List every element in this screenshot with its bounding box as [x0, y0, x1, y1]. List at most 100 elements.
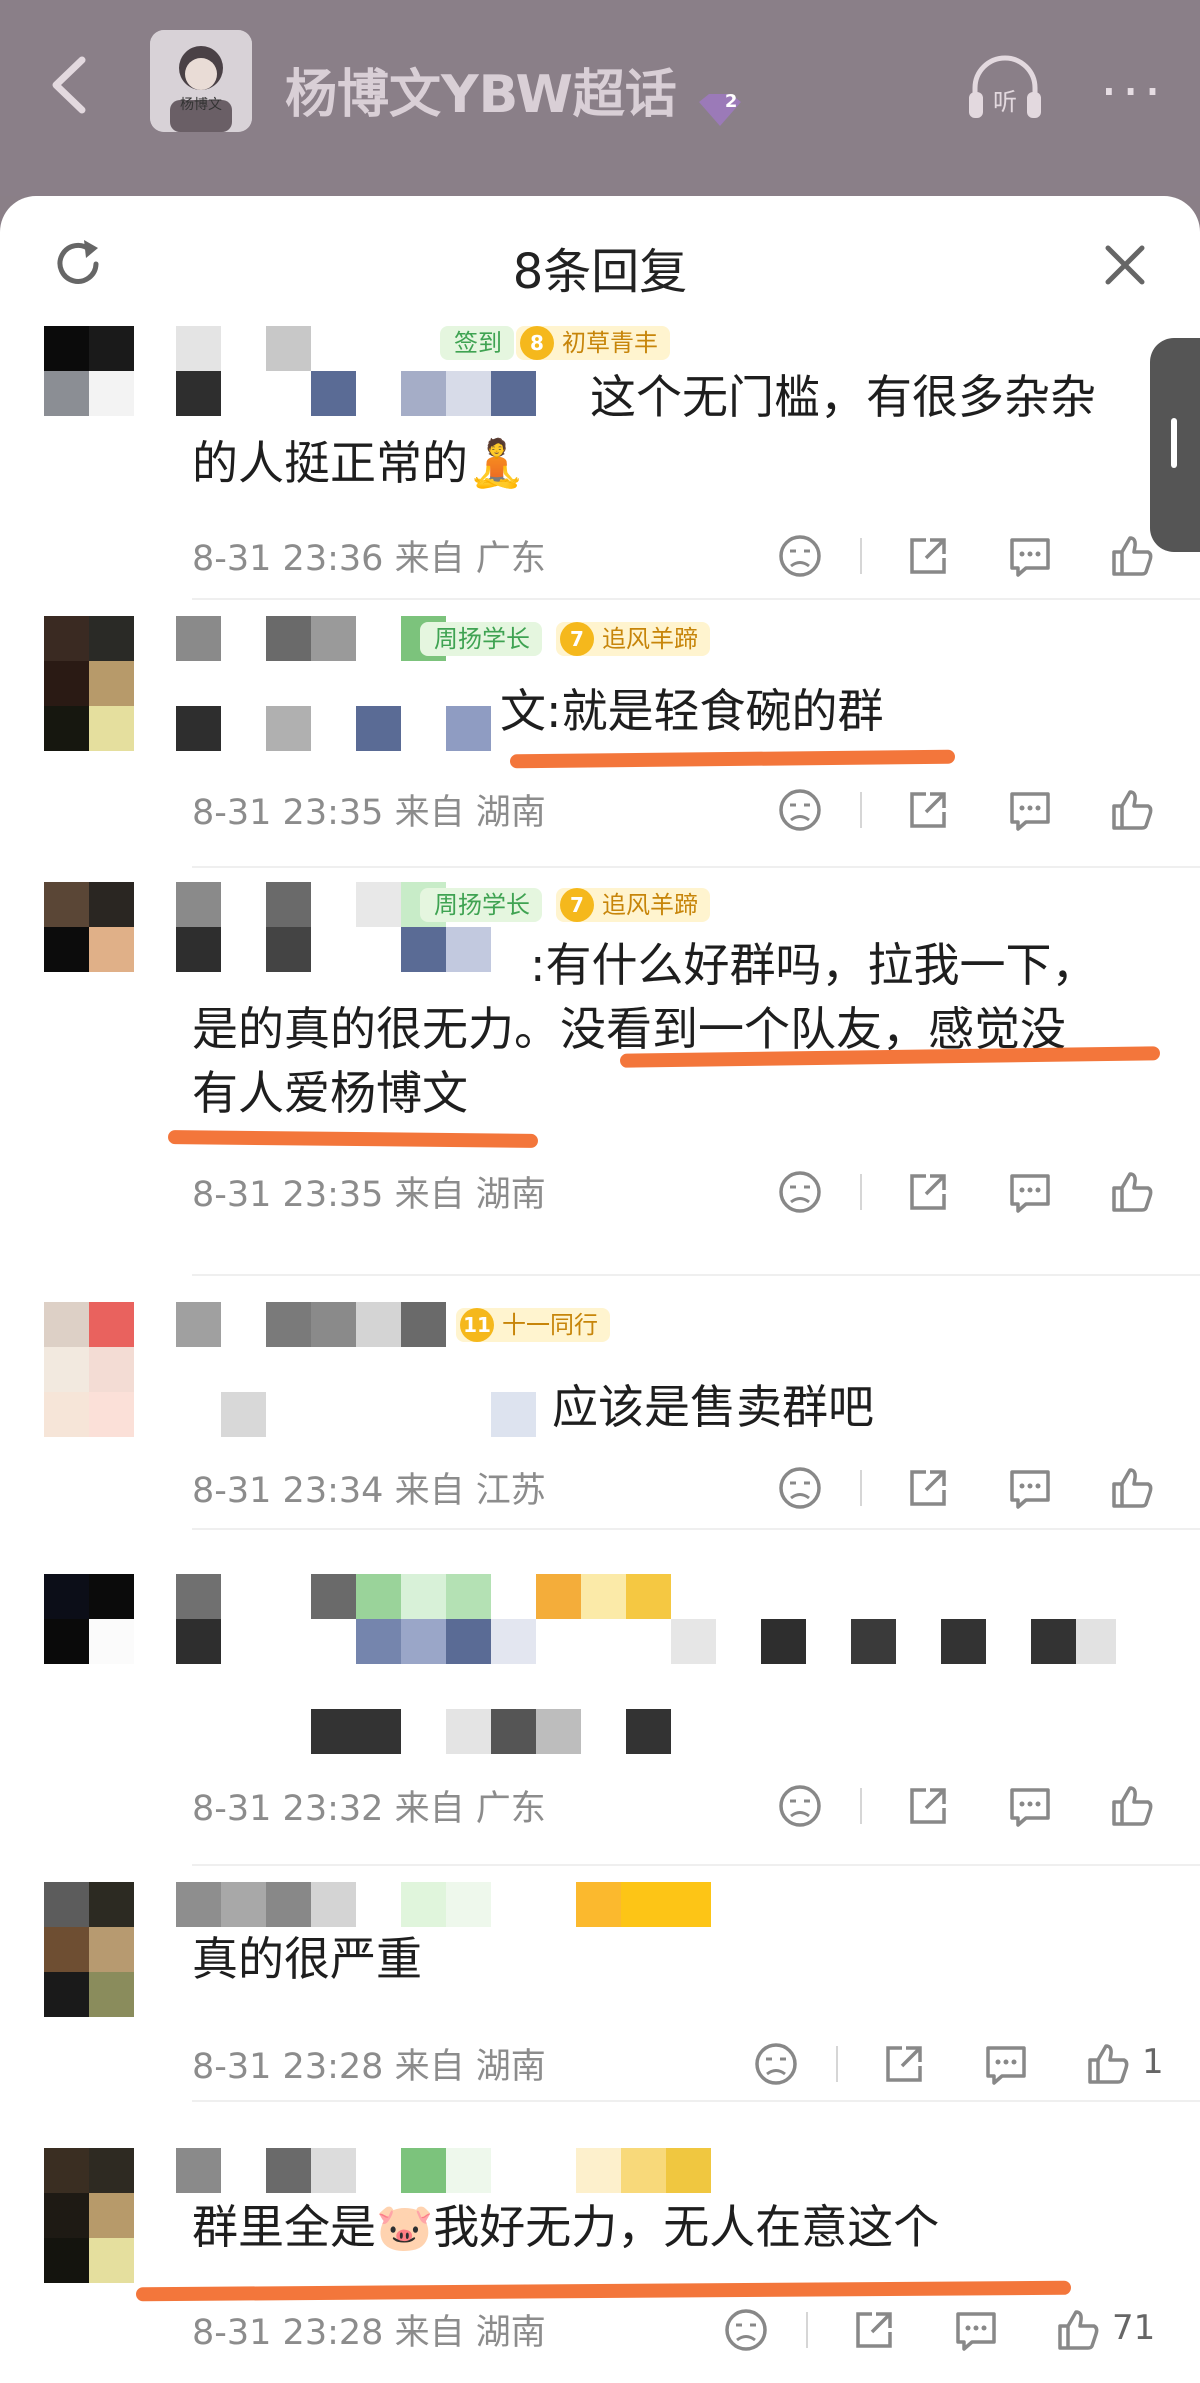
title-badge: 周扬学长: [420, 622, 542, 656]
topic-title-text: 杨博文YBW超话: [285, 65, 677, 125]
comment-meta: 8-31 23:35 来自 湖南: [192, 784, 546, 835]
comment-item: 11 十一同行 应该是售卖群吧 8-31 23:34 来自 江苏: [0, 1302, 1200, 1522]
share-icon[interactable]: [904, 1464, 952, 1512]
username-mosaic[interactable]: [176, 1574, 1116, 1754]
comment-meta: 8-31 23:36 来自 广东: [192, 530, 546, 581]
close-icon[interactable]: [1100, 240, 1150, 290]
badge-label: 十一同行: [502, 1311, 598, 1339]
badge-level: 11: [460, 1308, 494, 1342]
like-icon[interactable]: [1108, 1782, 1156, 1830]
timestamp: 8-31 23:34: [192, 1471, 384, 1511]
dislike-icon[interactable]: [776, 786, 824, 834]
comment-text-line: 文:就是轻食碗的群: [500, 684, 884, 738]
comment-icon[interactable]: [1006, 786, 1054, 834]
pig-emoji-icon: 🐷: [376, 2200, 434, 2254]
badge-level: 7: [560, 888, 594, 922]
dislike-icon[interactable]: [752, 2040, 800, 2088]
topic-avatar[interactable]: 杨博文: [150, 30, 252, 132]
avatar[interactable]: [44, 326, 134, 416]
share-icon[interactable]: [904, 532, 952, 580]
dislike-icon[interactable]: [776, 1168, 824, 1216]
location: 来自 广东: [394, 539, 546, 579]
comment-item: 签到 8 初草青丰 这个无门槛，有很多杂杂 的人挺正常的🧘 8-31 23:36…: [0, 326, 1200, 596]
level-badge-number: 2: [724, 91, 738, 112]
share-icon[interactable]: [880, 2040, 928, 2088]
timestamp: 8-31 23:28: [192, 2313, 384, 2353]
comment-icon[interactable]: [1006, 532, 1054, 580]
comment-icon[interactable]: [1006, 1464, 1054, 1512]
replies-sheet: 8条回复 签到 8 初草青丰 这个无门槛，有很多杂杂 的人挺正常的🧘 8-31 …: [0, 196, 1200, 2383]
location: 来自 江苏: [394, 1471, 546, 1511]
avatar[interactable]: [44, 1302, 134, 1437]
comment-item: 周扬学长 7 追风羊蹄 文:就是轻食碗的群 8-31 23:35 来自 湖南: [0, 616, 1200, 856]
action-separator: [860, 792, 862, 828]
avatar[interactable]: [44, 1882, 134, 2017]
comment-text-line: 这个无门槛，有很多杂杂: [590, 370, 1096, 424]
comment-meta: 8-31 23:34 来自 江苏: [192, 1462, 546, 1513]
dislike-icon[interactable]: [776, 532, 824, 580]
badge-level: 7: [560, 622, 594, 656]
avatar-lower: [44, 706, 134, 751]
level-badge-icon: 2: [695, 81, 745, 126]
avatar[interactable]: [44, 2148, 134, 2283]
level-badge: 7 追风羊蹄: [556, 888, 710, 922]
comment-icon[interactable]: [952, 2306, 1000, 2354]
comment-text-line: 应该是售卖群吧: [552, 1380, 874, 1434]
action-separator: [836, 2046, 838, 2082]
comment-icon[interactable]: [1006, 1782, 1054, 1830]
badge-label: 追风羊蹄: [602, 625, 698, 653]
avatar[interactable]: [44, 1574, 134, 1664]
avatar[interactable]: [44, 882, 134, 972]
action-separator: [806, 2312, 808, 2348]
like-icon[interactable]: [1084, 2040, 1132, 2088]
comment-icon[interactable]: [1006, 1168, 1054, 1216]
avatar-caption: 杨博文: [180, 97, 222, 113]
comment-meta: 8-31 23:32 来自 广东: [192, 1780, 546, 1831]
share-icon[interactable]: [850, 2306, 898, 2354]
avatar[interactable]: [44, 616, 134, 706]
badge-label: 周扬学长: [434, 625, 530, 653]
comment-text: 群里全是: [192, 2200, 376, 2254]
like-icon[interactable]: [1108, 532, 1156, 580]
badge-level: 8: [520, 326, 554, 360]
level-badge: 8 初草青丰: [516, 326, 670, 360]
dislike-icon[interactable]: [722, 2306, 770, 2354]
comment-divider: [192, 1274, 1200, 1276]
back-icon[interactable]: [40, 50, 100, 120]
highlight-underline: [135, 2280, 1072, 2302]
comment-icon[interactable]: [982, 2040, 1030, 2088]
comment-text-line: :有什么好群吗，拉我一下，: [530, 938, 1098, 992]
timestamp: 8-31 23:35: [192, 793, 384, 833]
comment-item: 周扬学长 7 追风羊蹄 :有什么好群吗，拉我一下， 是的真的很无力。没看到一个队…: [0, 882, 1200, 1232]
comment-text-line: 真的很严重: [192, 1932, 422, 1986]
comment-divider: [192, 598, 1200, 600]
action-separator: [860, 1470, 862, 1506]
dislike-icon[interactable]: [776, 1782, 824, 1830]
comment-meta: 8-31 23:28 来自 湖南: [192, 2038, 546, 2089]
comment-divider: [192, 2100, 1200, 2102]
badge-label: 周扬学长: [434, 891, 530, 919]
share-icon[interactable]: [904, 1168, 952, 1216]
highlight-underline: [167, 1130, 539, 1148]
like-icon[interactable]: [1108, 1464, 1156, 1512]
username-mosaic[interactable]: [176, 2148, 716, 2193]
comment-divider: [192, 866, 1200, 868]
comment-text-line: 有人爱杨博文: [192, 1066, 468, 1120]
more-icon[interactable]: ···: [1100, 60, 1165, 125]
like-icon[interactable]: [1108, 786, 1156, 834]
title-badge: 签到: [440, 326, 514, 360]
like-icon[interactable]: [1108, 1168, 1156, 1216]
meditation-emoji-icon: 🧘: [468, 436, 526, 490]
share-icon[interactable]: [904, 786, 952, 834]
badge-label: 签到: [454, 329, 502, 357]
listen-icon[interactable]: 听: [965, 52, 1045, 124]
action-separator: [860, 538, 862, 574]
like-icon[interactable]: [1054, 2306, 1102, 2354]
dislike-icon[interactable]: [776, 1464, 824, 1512]
username-mosaic[interactable]: [176, 1882, 716, 1927]
level-badge: 7 追风羊蹄: [556, 622, 710, 656]
highlight-underline: [509, 749, 956, 769]
comment-divider: [192, 1528, 1200, 1530]
comment-divider: [192, 1864, 1200, 1866]
share-icon[interactable]: [904, 1782, 952, 1830]
